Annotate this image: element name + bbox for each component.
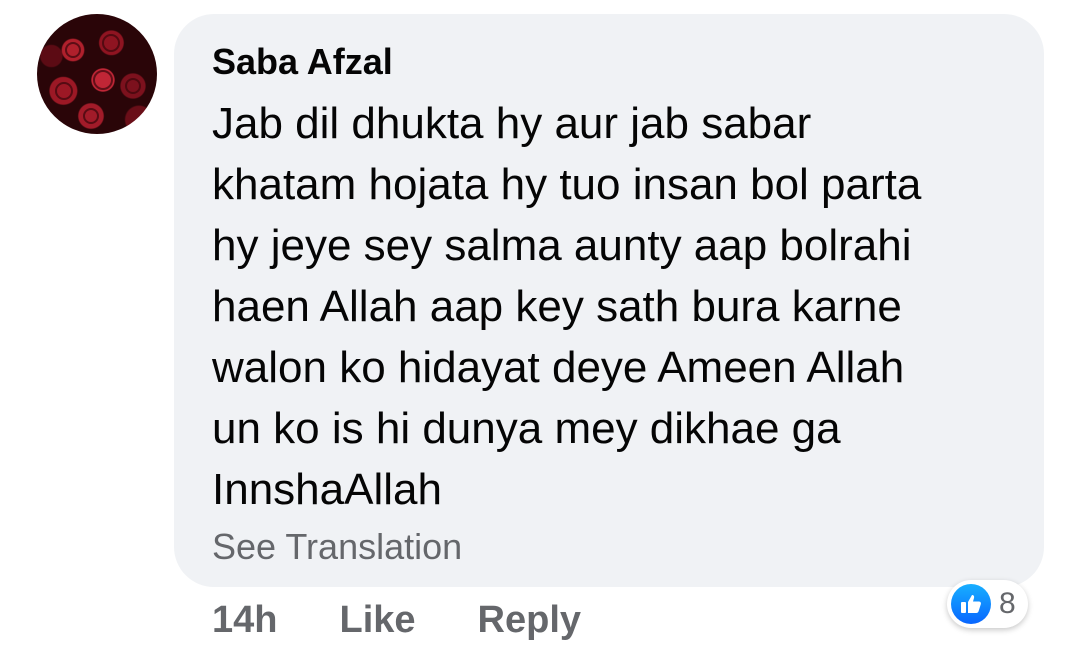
- comment-text: Jab dil dhukta hy aur jab sabar khatam h…: [212, 93, 1012, 520]
- avatar[interactable]: [37, 14, 157, 134]
- rose-avatar-image: [55, 34, 141, 124]
- comment-text-line: haen Allah aap key sath bura karne: [212, 282, 902, 331]
- comment-text-line: hy jeye sey salma aunty aap bolrahi: [212, 221, 912, 270]
- comment-timestamp[interactable]: 14h: [212, 599, 277, 642]
- comment-text-line: un ko is hi dunya mey dikhae ga: [212, 404, 841, 453]
- comment-text-line: Jab dil dhukta hy aur jab sabar: [212, 99, 812, 148]
- reply-button[interactable]: Reply: [478, 599, 581, 642]
- see-translation-link[interactable]: See Translation: [212, 525, 462, 569]
- reaction-summary[interactable]: 8: [947, 580, 1028, 628]
- comment-text-line: khatam hojata hy tuo insan bol parta: [212, 160, 922, 209]
- comment: Saba Afzal Jab dil dhukta hy aur jab sab…: [0, 0, 1080, 659]
- like-thumb-icon: [951, 584, 991, 624]
- comment-text-line: walon ko hidayat deye Ameen Allah: [212, 343, 905, 392]
- like-button[interactable]: Like: [339, 599, 415, 642]
- comment-actions: 14h Like Reply: [212, 596, 581, 644]
- reaction-count: 8: [999, 587, 1016, 620]
- author-name[interactable]: Saba Afzal: [212, 40, 393, 84]
- comment-text-line: InnshaAllah: [212, 465, 442, 514]
